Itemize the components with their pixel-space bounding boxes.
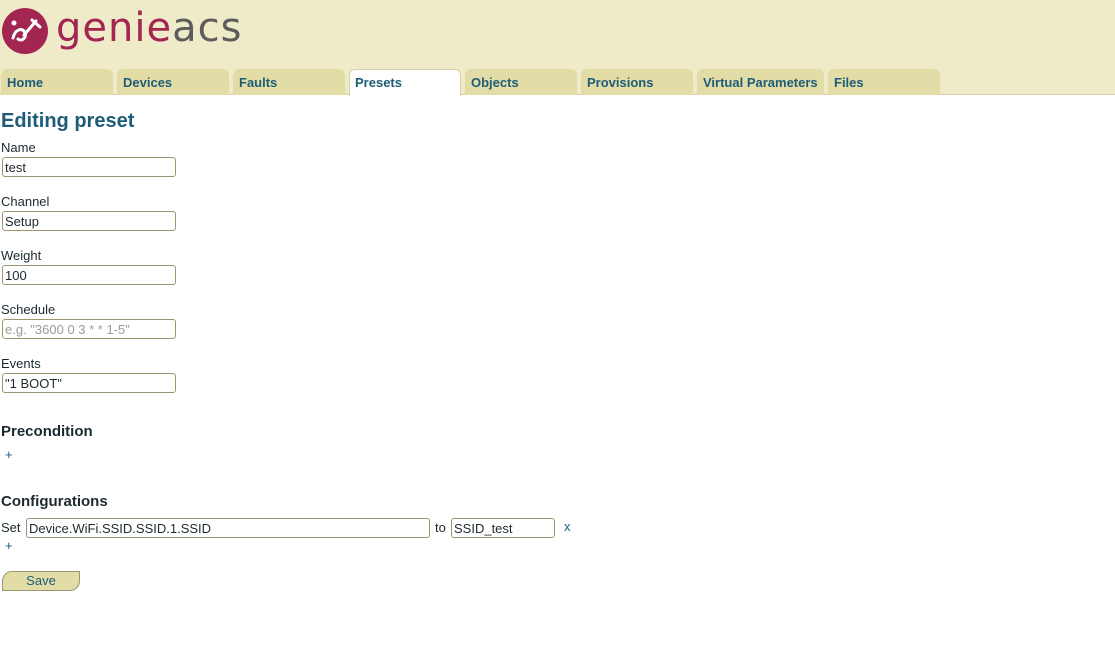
tab-files[interactable]: Files bbox=[828, 69, 940, 95]
config-to-label: to bbox=[435, 520, 446, 535]
channel-input[interactable] bbox=[2, 211, 176, 231]
remove-config-button[interactable]: x bbox=[564, 519, 571, 534]
tab-home[interactable]: Home bbox=[1, 69, 113, 95]
schedule-input[interactable] bbox=[2, 319, 176, 339]
add-configuration-button[interactable]: + bbox=[5, 538, 13, 553]
name-label: Name bbox=[1, 140, 36, 155]
add-precondition-button[interactable]: + bbox=[5, 447, 13, 462]
logo-text-acs: acs bbox=[172, 5, 243, 51]
config-set-label: Set bbox=[1, 520, 21, 535]
tab-faults[interactable]: Faults bbox=[233, 69, 345, 95]
name-input[interactable] bbox=[2, 157, 176, 177]
tab-virtual-parameters[interactable]: Virtual Parameters bbox=[697, 69, 824, 95]
tab-objects[interactable]: Objects bbox=[465, 69, 577, 95]
events-label: Events bbox=[1, 356, 41, 371]
precondition-heading: Precondition bbox=[1, 423, 93, 440]
logo-wordmark: genieacs bbox=[56, 5, 242, 51]
channel-label: Channel bbox=[1, 194, 50, 209]
tab-presets[interactable]: Presets bbox=[349, 69, 461, 96]
tab-provisions[interactable]: Provisions bbox=[581, 69, 693, 95]
config-parameter-input[interactable] bbox=[26, 518, 430, 538]
page-title: Editing preset bbox=[1, 110, 135, 132]
configurations-heading: Configurations bbox=[1, 493, 108, 510]
genieacs-logo[interactable]: genieacs bbox=[2, 5, 242, 54]
logo-text-genie: genie bbox=[56, 5, 173, 51]
events-input[interactable] bbox=[2, 373, 176, 393]
weight-input[interactable] bbox=[2, 265, 176, 285]
schedule-label: Schedule bbox=[1, 302, 56, 317]
weight-label: Weight bbox=[1, 248, 42, 263]
header-bar: genieacs Home Devices Faults Presets Obj… bbox=[0, 0, 1115, 96]
genie-lamp-icon bbox=[2, 8, 48, 54]
save-button[interactable]: Save bbox=[2, 571, 80, 591]
config-value-input[interactable] bbox=[451, 518, 555, 538]
tab-devices[interactable]: Devices bbox=[117, 69, 229, 95]
